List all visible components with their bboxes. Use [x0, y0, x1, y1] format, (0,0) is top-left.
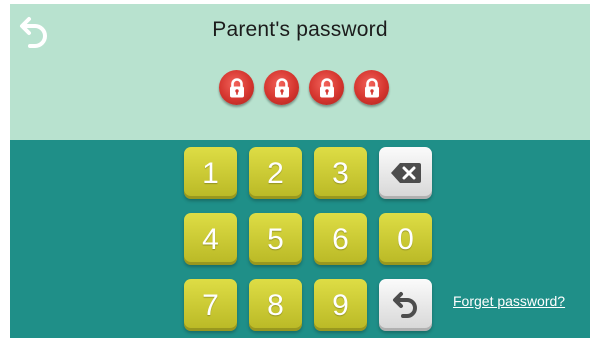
key-0[interactable]: 0 [379, 213, 432, 265]
backspace-icon [390, 163, 421, 183]
padlock-icon [229, 77, 244, 97]
page-title: Parent's password [212, 18, 388, 41]
key-2[interactable]: 2 [249, 147, 302, 199]
padlock-icon [319, 77, 334, 97]
pin-indicator [219, 70, 389, 105]
key-3[interactable]: 3 [314, 147, 367, 199]
password-screen: Parent's password 1 2 3 4 5 6 0 7 8 9 Fo… [10, 4, 590, 338]
backspace-button[interactable] [379, 147, 432, 199]
padlock-icon [364, 77, 379, 97]
key-9[interactable]: 9 [314, 279, 367, 331]
header-panel: Parent's password [10, 4, 590, 140]
return-button[interactable] [379, 279, 432, 331]
forgot-password-link[interactable]: Forget password? [453, 293, 565, 309]
key-4[interactable]: 4 [184, 213, 237, 265]
pin-dot [219, 70, 254, 105]
key-5[interactable]: 5 [249, 213, 302, 265]
return-arrow-icon [392, 292, 417, 318]
key-1[interactable]: 1 [184, 147, 237, 199]
key-7[interactable]: 7 [184, 279, 237, 331]
key-8[interactable]: 8 [249, 279, 302, 331]
pin-dot [354, 70, 389, 105]
pin-dot [264, 70, 299, 105]
pin-dot [309, 70, 344, 105]
padlock-icon [274, 77, 289, 97]
key-6[interactable]: 6 [314, 213, 367, 265]
